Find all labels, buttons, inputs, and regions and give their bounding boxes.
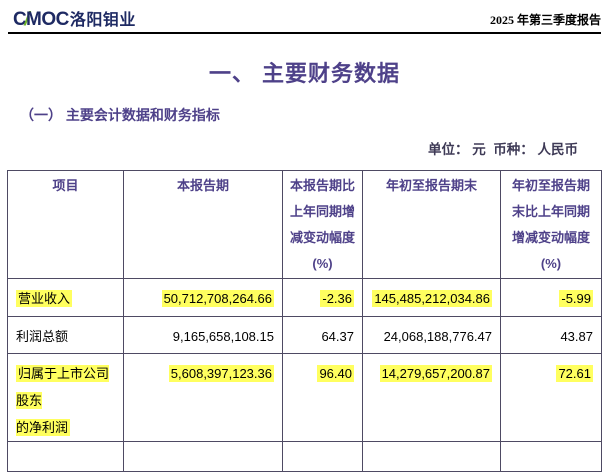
cell-netprofit-label: 归属于上市公司股东 的净利润	[16, 365, 109, 436]
logo-chinese-name: 洛阳钼业	[70, 13, 136, 29]
financial-data-table: 项目 本报告期 本报告期比 上年同期增 减变动幅度 (%) 年初至报告期末 年初…	[7, 170, 602, 472]
header-cell-ytd-change: 年初至报告期 末比上年同期 增减变动幅度 (%)	[501, 171, 602, 279]
cell-profit-ytd: 24,068,188,776.47	[384, 329, 492, 344]
cell-revenue-current: 50,712,708,264.66	[162, 290, 274, 307]
cell-netprofit-ytd-change: 72.61	[556, 365, 593, 382]
logo-letters-moc: MOC	[26, 9, 69, 30]
cell-profit-label: 利润总额	[16, 329, 68, 344]
table-row-revenue: 营业收入 50,712,708,264.66 -2.36 145,485,212…	[8, 279, 602, 317]
cell-netprofit-ytd: 14,279,657,200.87	[380, 365, 492, 382]
header-cell-ytd: 年初至报告期末	[363, 171, 501, 279]
page-header: C/MOC 洛阳钼业 2025 年第三季度报告	[0, 0, 609, 29]
report-page: { "header": { "logo": { "en_c": "C", "sl…	[0, 0, 609, 413]
header-cell-item: 项目	[8, 171, 124, 279]
cell-netprofit-current-change: 96.40	[317, 365, 354, 382]
header-cell-current-period: 本报告期	[124, 171, 283, 279]
section-title: 一、 主要财务数据	[0, 56, 609, 88]
cell-revenue-ytd-change: -5.99	[559, 290, 593, 307]
company-logo: C/MOC 洛阳钼业	[13, 10, 136, 29]
subsection-title: （一） 主要会计数据和财务指标	[20, 105, 609, 125]
cell-profit-current: 9,165,658,108.15	[173, 329, 274, 344]
table-header-row: 项目 本报告期 本报告期比 上年同期增 减变动幅度 (%) 年初至报告期末 年初…	[8, 171, 602, 279]
cell-profit-ytd-change: 43.87	[560, 329, 593, 344]
cell-revenue-current-change: -2.36	[320, 290, 354, 307]
cell-revenue-label: 营业收入	[16, 290, 72, 307]
report-period-title: 2025 年第三季度报告	[490, 11, 601, 29]
cell-revenue-ytd: 145,485,212,034.86	[372, 290, 492, 307]
table-row-net-profit-attributable: 归属于上市公司股东 的净利润 5,608,397,123.36 96.40 14…	[8, 354, 602, 442]
table-row-total-profit: 利润总额 9,165,658,108.15 64.37 24,068,188,7…	[8, 317, 602, 354]
logo-cmoc-text: C/MOC	[13, 10, 69, 29]
cell-netprofit-current: 5,608,397,123.36	[169, 365, 274, 382]
table-row-partial	[8, 442, 602, 472]
unit-currency-line: 单位： 元 币种： 人民币	[0, 138, 609, 158]
header-divider	[8, 32, 601, 34]
cell-profit-current-change: 64.37	[321, 329, 354, 344]
header-cell-current-period-change: 本报告期比 上年同期增 减变动幅度 (%)	[283, 171, 363, 279]
